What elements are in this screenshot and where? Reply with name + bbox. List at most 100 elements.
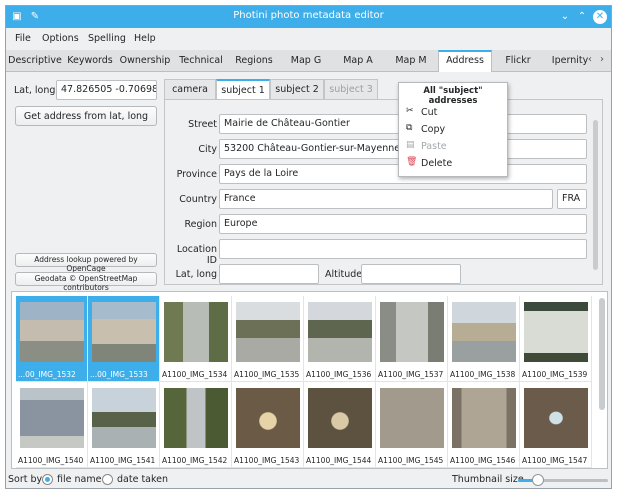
thumbnail-caption: A1100_IMG_1545 [378,456,444,465]
location-id-input[interactable] [219,239,587,259]
tab-descriptive[interactable]: Descriptive [6,50,64,72]
title-bar: ▣ ✎ Photini photo metadata editor ⌄ ⌃ ✕ [6,6,611,28]
osm-credit-button[interactable]: Geodata © OpenStreetMap contributors [15,272,157,292]
thumbnail-image [308,302,372,362]
context-copy[interactable]: ⧉ Copy [399,121,507,138]
country-label: Country [179,194,217,205]
tab-technical[interactable]: Technical [174,50,228,72]
sort-date-taken-radio[interactable] [102,474,113,485]
tab-map-a[interactable]: Map A [332,50,384,72]
thumbnail-item[interactable]: A1100_IMG_1536 [304,296,376,382]
thumbnail-item[interactable]: ...00_IMG_1533 [88,296,160,382]
thumbnail-image [452,302,516,362]
gallery-scrollbar[interactable] [599,298,605,410]
thumbnail-item[interactable]: A1100_IMG_1540 [16,382,88,468]
thumbnail-item[interactable]: A1100_IMG_1545 [376,382,448,468]
altitude-label: Altitude [325,269,363,280]
thumbnail-image [92,388,156,448]
thumbnail-item[interactable]: A1100_IMG_1542 [160,382,232,468]
subtab-subject-2[interactable]: subject 2 [270,79,324,99]
thumbnail-image [20,302,84,362]
close-icon[interactable]: ✕ [593,10,607,24]
street-label: Street [188,119,217,130]
region-input[interactable]: Europe [219,214,587,234]
subtab-subject-3[interactable]: subject 3 [324,79,378,99]
thumbnail-image [308,388,372,448]
thumbnail-caption: A1100_IMG_1536 [306,370,372,379]
context-menu: All "subject" addresses ✂ Cut ⧉ Copy ▤ Past… [398,82,508,177]
thumbnail-item[interactable]: ...00_IMG_1532 [16,296,88,382]
thumbnail-image [92,302,156,362]
minimize-icon[interactable]: ⌄ [558,10,572,24]
thumbnail-item[interactable]: A1100_IMG_1546 [448,382,520,468]
thumbnail-item[interactable]: A1100_IMG_1544 [304,382,376,468]
thumbnail-size-label: Thumbnail size [452,474,524,485]
tab-regions[interactable]: Regions [228,50,280,72]
sort-by-label: Sort by [8,474,43,485]
tab-scroll-right-icon[interactable]: › [600,54,610,65]
scissors-icon: ✂ [406,106,414,116]
thumbnail-image [164,302,228,362]
panel-scrollbar[interactable] [593,120,598,270]
country-input[interactable]: France [219,189,553,209]
opencage-credit-button[interactable]: Address lookup powered by OpenCage [15,253,157,273]
tab-map-g[interactable]: Map G [280,50,332,72]
location-id-label: Location ID [176,244,217,266]
tab-map-m[interactable]: Map M [384,50,438,72]
altitude-input[interactable] [361,264,461,284]
thumbnail-item[interactable]: A1100_IMG_1538 [448,296,520,382]
menu-spelling[interactable]: Spelling [88,33,126,44]
thumbnail-caption: A1100_IMG_1539 [522,370,588,379]
subject-latlong-input[interactable] [219,264,319,284]
thumbnail-caption: A1100_IMG_1537 [378,370,444,379]
context-menu-title: All "subject" addresses [423,86,483,106]
menu-options[interactable]: Options [42,33,79,44]
context-cut[interactable]: ✂ Cut [399,104,507,121]
thumbnail-image [524,302,588,362]
subtab-camera[interactable]: camera [164,79,216,99]
app-window: ▣ ✎ Photini photo metadata editor ⌄ ⌃ ✕ … [5,5,612,489]
country-code-input[interactable]: FRA [557,189,587,209]
trash-icon: 🗑 [406,157,418,167]
sort-file-name-label: file name [57,474,102,485]
thumbnail-item[interactable]: A1100_IMG_1534 [160,296,232,382]
subtab-subject-1[interactable]: subject 1 [216,79,270,100]
window-title: Photini photo metadata editor [233,10,384,21]
thumbnail-image [164,388,228,448]
thumbnail-size-slider[interactable] [532,474,544,486]
thumbnail-caption: A1100_IMG_1538 [450,370,516,379]
thumbnail-item[interactable]: A1100_IMG_1537 [376,296,448,382]
menu-file[interactable]: File [15,33,31,44]
context-paste-label: Paste [421,141,447,152]
thumbnail-caption: A1100_IMG_1542 [162,456,228,465]
thumbnail-item[interactable]: A1100_IMG_1547 [520,382,592,468]
thumbnail-item[interactable]: A1100_IMG_1543 [232,382,304,468]
sort-file-name-radio[interactable] [42,474,53,485]
context-delete-label: Delete [421,158,453,169]
menu-help[interactable]: Help [134,33,156,44]
thumbnail-image [236,388,300,448]
thumbnail-caption: ...00_IMG_1533 [90,370,148,379]
subject-panel: Street Mairie de Château-Gontier City 53… [164,99,603,285]
thumbnail-image [236,302,300,362]
context-delete[interactable]: 🗑 Delete [399,155,507,172]
tab-scroll-left-icon[interactable]: ‹ [588,54,598,65]
thumbnail-item[interactable]: A1100_IMG_1539 [520,296,592,382]
get-address-button[interactable]: Get address from lat, long [15,106,157,126]
thumbnail-caption: ...00_IMG_1532 [18,370,76,379]
address-pane: Lat, long 47.826505 -0.706982 Get addres… [6,72,611,292]
thumbnail-caption: A1100_IMG_1547 [522,456,588,465]
tab-address[interactable]: Address [438,50,492,72]
tab-ownership[interactable]: Ownership [116,50,174,72]
thumbnail-gallery: ...00_IMG_1532 ...00_IMG_1533 A1100_IMG_… [11,291,608,469]
tab-keywords[interactable]: Keywords [64,50,116,72]
tab-flickr[interactable]: Flickr [492,50,544,72]
thumbnail-caption: A1100_IMG_1535 [234,370,300,379]
thumbnail-item[interactable]: A1100_IMG_1541 [88,382,160,468]
latlong-input[interactable]: 47.826505 -0.706982 [56,80,157,100]
thumbnail-item[interactable]: A1100_IMG_1535 [232,296,304,382]
subject-latlong-label: Lat, long [175,269,217,280]
context-paste[interactable]: ▤ Paste [399,138,507,155]
maximize-icon[interactable]: ⌃ [575,10,589,24]
tab-bar: Descriptive Keywords Ownership Technical… [6,50,611,72]
